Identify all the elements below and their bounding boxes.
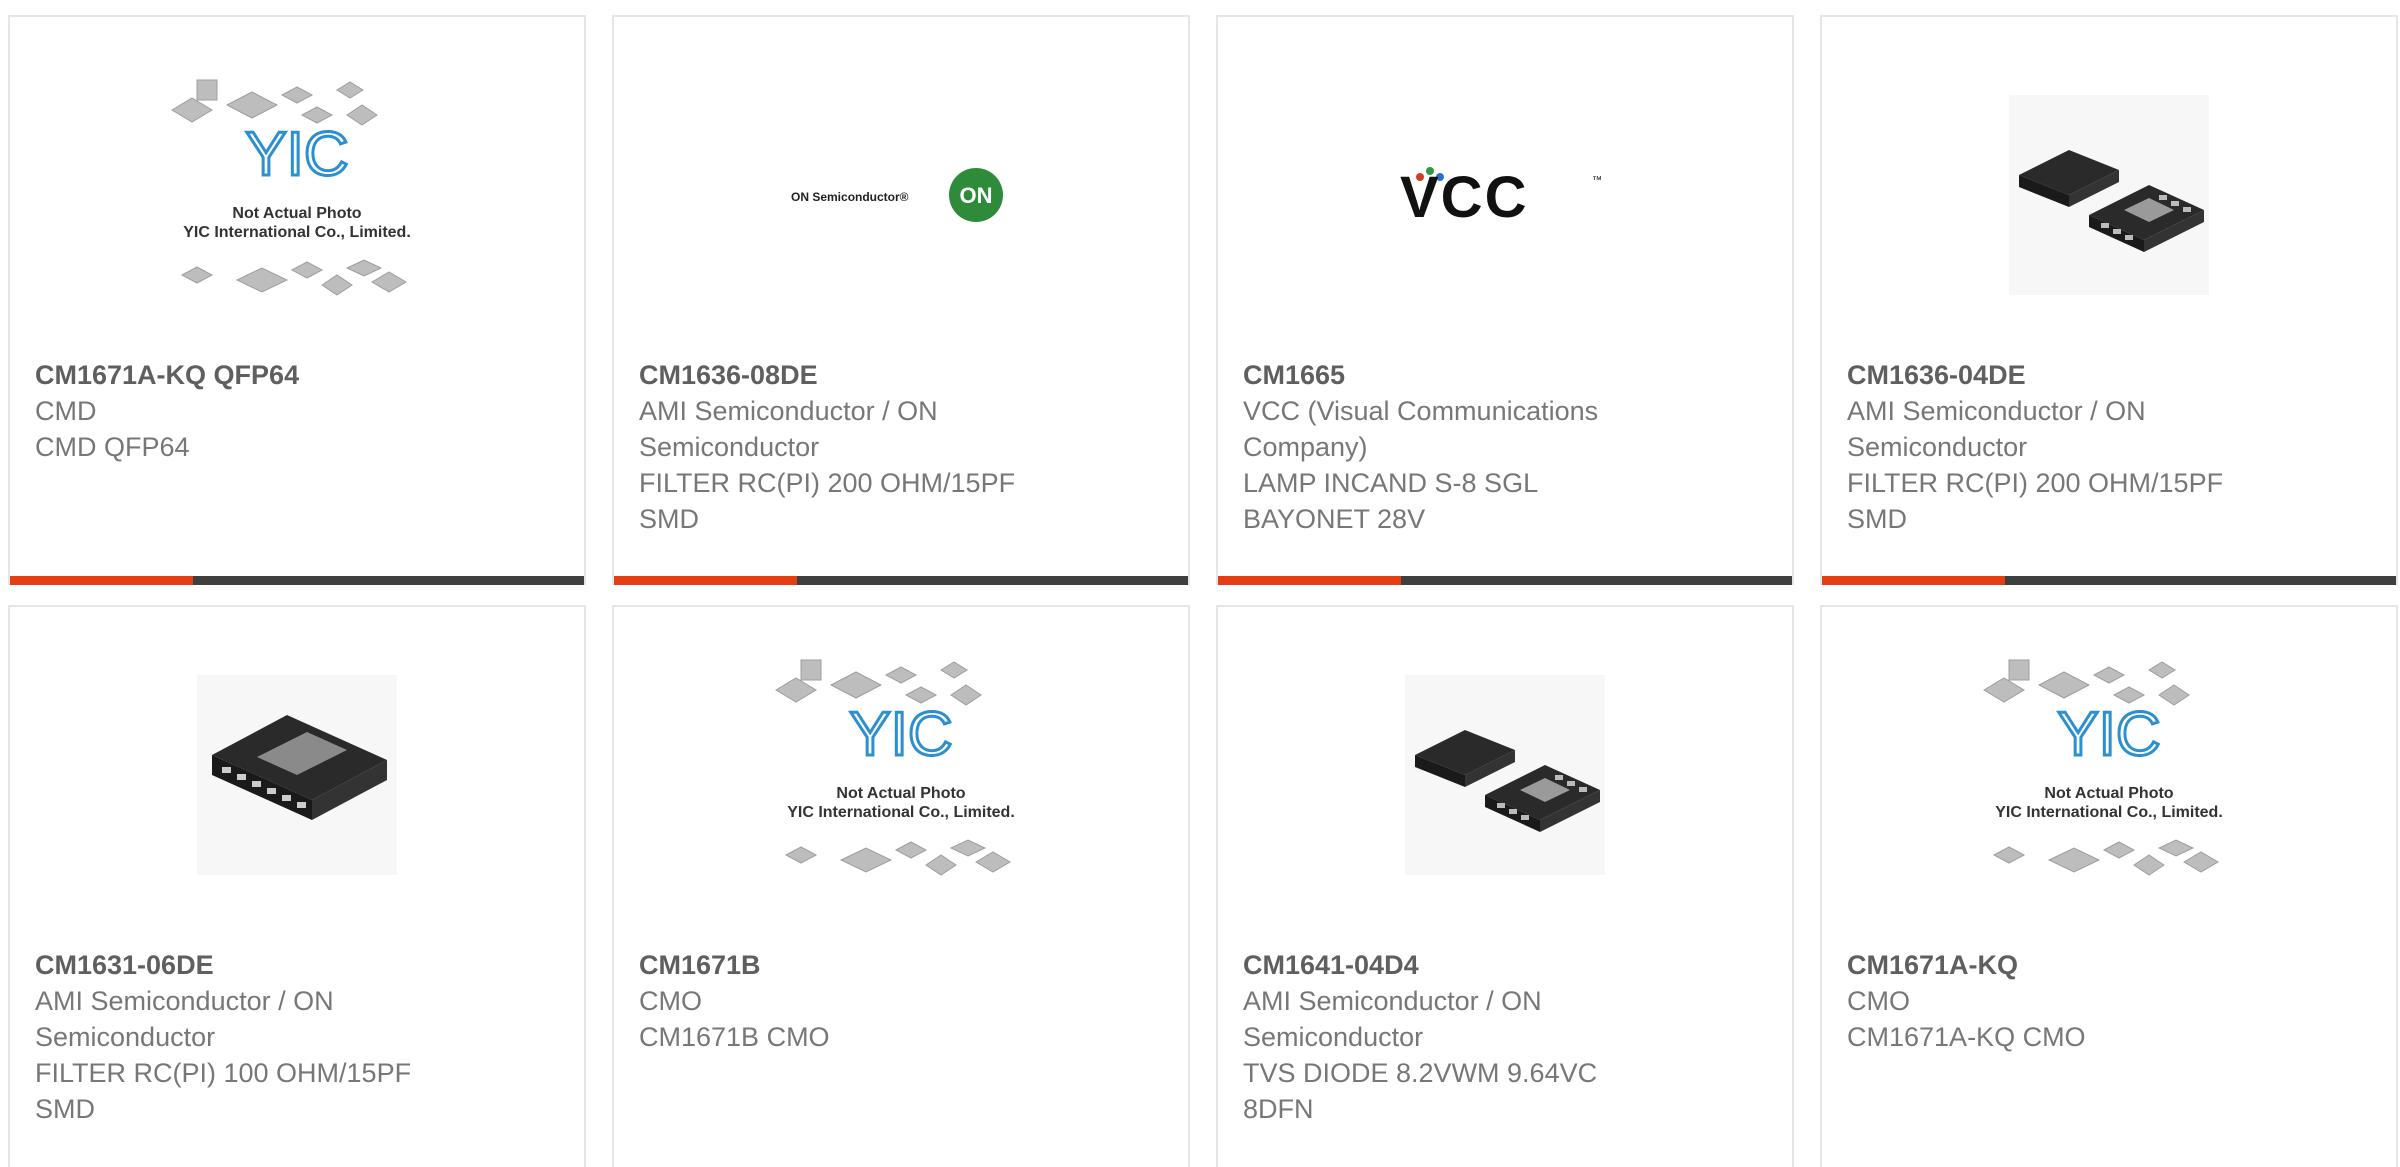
part-number[interactable]: CM1636-04DE [1847, 357, 2371, 393]
card-bottom-bar [614, 576, 1188, 585]
description: CM1671A-KQ CMO [1847, 1022, 2086, 1052]
product-image[interactable]: YIC Not Actual Photo YIC International C… [1822, 607, 2396, 942]
product-card[interactable]: CM1631-06DE AMI Semiconductor / ON Semic… [8, 605, 586, 1167]
manufacturer: AMI Semiconductor / ON Semiconductor [1847, 396, 2146, 462]
product-image[interactable]: VCC ™ [1218, 17, 1792, 372]
svg-text:Not Actual Photo: Not Actual Photo [2044, 785, 2173, 802]
dfn-chip-icon [2009, 94, 2209, 295]
manufacturer: CMO [639, 986, 702, 1016]
manufacturer: CMO [1847, 986, 1910, 1016]
dfn-chip-icon [1405, 674, 1605, 875]
description: FILTER RC(PI) 200 OHM/15PF SMD [1847, 468, 2224, 534]
product-card[interactable]: CM1641-04D4 AMI Semiconductor / ON Semic… [1216, 605, 1794, 1167]
manufacturer: VCC (Visual Communications Company) [1243, 396, 1599, 462]
part-number[interactable]: CM1665 [1243, 357, 1767, 393]
svg-text:ON: ON [960, 183, 993, 208]
part-number[interactable]: CM1671A-KQ QFP64 [35, 357, 559, 393]
product-image[interactable] [10, 607, 584, 942]
card-bottom-bar [1822, 576, 2396, 585]
manufacturer: AMI Semiconductor / ON Semiconductor [639, 396, 938, 462]
manufacturer: AMI Semiconductor / ON Semiconductor [35, 986, 334, 1052]
product-image[interactable]: YIC Not Actual Photo YIC International C… [10, 17, 584, 372]
svg-text:Not Actual Photo: Not Actual Photo [836, 785, 965, 802]
product-image[interactable] [1822, 17, 2396, 372]
product-card[interactable]: YIC Not Actual Photo YIC International C… [612, 605, 1190, 1167]
description: FILTER RC(PI) 100 OHM/15PF SMD [35, 1058, 412, 1124]
part-number[interactable]: CM1671B [639, 947, 1163, 983]
svg-text:YIC International Co., Limited: YIC International Co., Limited. [787, 804, 1015, 821]
description: CM1671B CMO [639, 1022, 830, 1052]
product-card[interactable]: CM1636-04DE AMI Semiconductor / ON Semic… [1820, 15, 2398, 585]
svg-text:YIC: YIC [245, 120, 348, 189]
product-image[interactable] [1218, 607, 1792, 942]
placeholder-photo-icon: YIC Not Actual Photo YIC International C… [1983, 659, 2223, 876]
product-image[interactable]: YIC Not Actual Photo YIC International C… [614, 607, 1188, 942]
svg-text:ON Semiconductor®: ON Semiconductor® [791, 190, 909, 204]
svg-text:™: ™ [1592, 175, 1602, 186]
product-info: CM1631-06DE AMI Semiconductor / ON Semic… [35, 947, 559, 1127]
description: FILTER RC(PI) 200 OHM/15PF SMD [639, 468, 1016, 534]
svg-text:VCC: VCC [1400, 165, 1528, 225]
product-info: CM1671A-KQ CMO CM1671A-KQ CMO [1847, 947, 2371, 1055]
description: LAMP INCAND S-8 SGL BAYONET 28V [1243, 468, 1538, 534]
product-info: CM1671A-KQ QFP64 CMD CMD QFP64 [35, 357, 559, 465]
svg-text:Not Actual Photo: Not Actual Photo [232, 205, 361, 222]
bar-accent [1218, 576, 1401, 585]
udfn-chip-icon [197, 674, 397, 875]
svg-text:YIC International Co., Limited: YIC International Co., Limited. [1995, 804, 2223, 821]
description: TVS DIODE 8.2VWM 9.64VC 8DFN [1243, 1058, 1598, 1124]
placeholder-photo-icon: YIC Not Actual Photo YIC International C… [171, 79, 411, 296]
product-info: CM1671B CMO CM1671B CMO [639, 947, 1163, 1055]
bar-accent [1822, 576, 2005, 585]
product-card[interactable]: ON Semiconductor® ON CM1636-08DE AMI Sem… [612, 15, 1190, 585]
card-bottom-bar [10, 576, 584, 585]
product-card[interactable]: VCC ™ CM1665 VCC (Visual Communications … [1216, 15, 1794, 585]
part-number[interactable]: CM1641-04D4 [1243, 947, 1767, 983]
svg-text:YIC: YIC [849, 700, 952, 769]
description: CMD QFP64 [35, 432, 190, 462]
part-number[interactable]: CM1671A-KQ [1847, 947, 2371, 983]
product-info: CM1636-08DE AMI Semiconductor / ON Semic… [639, 357, 1163, 537]
product-card[interactable]: YIC Not Actual Photo YIC International C… [1820, 605, 2398, 1167]
bar-accent [10, 576, 193, 585]
svg-text:YIC: YIC [2057, 700, 2160, 769]
card-bottom-bar [1218, 576, 1792, 585]
product-info: CM1641-04D4 AMI Semiconductor / ON Semic… [1243, 947, 1767, 1127]
svg-text:YIC International Co., Limited: YIC International Co., Limited. [183, 224, 411, 241]
on-semiconductor-logo-icon: ON Semiconductor® ON [791, 167, 1003, 222]
bar-accent [614, 576, 797, 585]
product-card[interactable]: YIC Not Actual Photo YIC International C… [8, 15, 586, 585]
vcc-logo-icon: VCC ™ [1400, 165, 1602, 225]
product-info: CM1665 VCC (Visual Communications Compan… [1243, 357, 1767, 537]
part-number[interactable]: CM1631-06DE [35, 947, 559, 983]
placeholder-photo-icon: YIC Not Actual Photo YIC International C… [775, 659, 1015, 876]
manufacturer: AMI Semiconductor / ON Semiconductor [1243, 986, 1542, 1052]
product-image[interactable]: ON Semiconductor® ON [614, 17, 1188, 372]
product-grid: YIC Not Actual Photo YIC International C… [0, 0, 2400, 1167]
part-number[interactable]: CM1636-08DE [639, 357, 1163, 393]
product-info: CM1636-04DE AMI Semiconductor / ON Semic… [1847, 357, 2371, 537]
manufacturer: CMD [35, 396, 97, 426]
